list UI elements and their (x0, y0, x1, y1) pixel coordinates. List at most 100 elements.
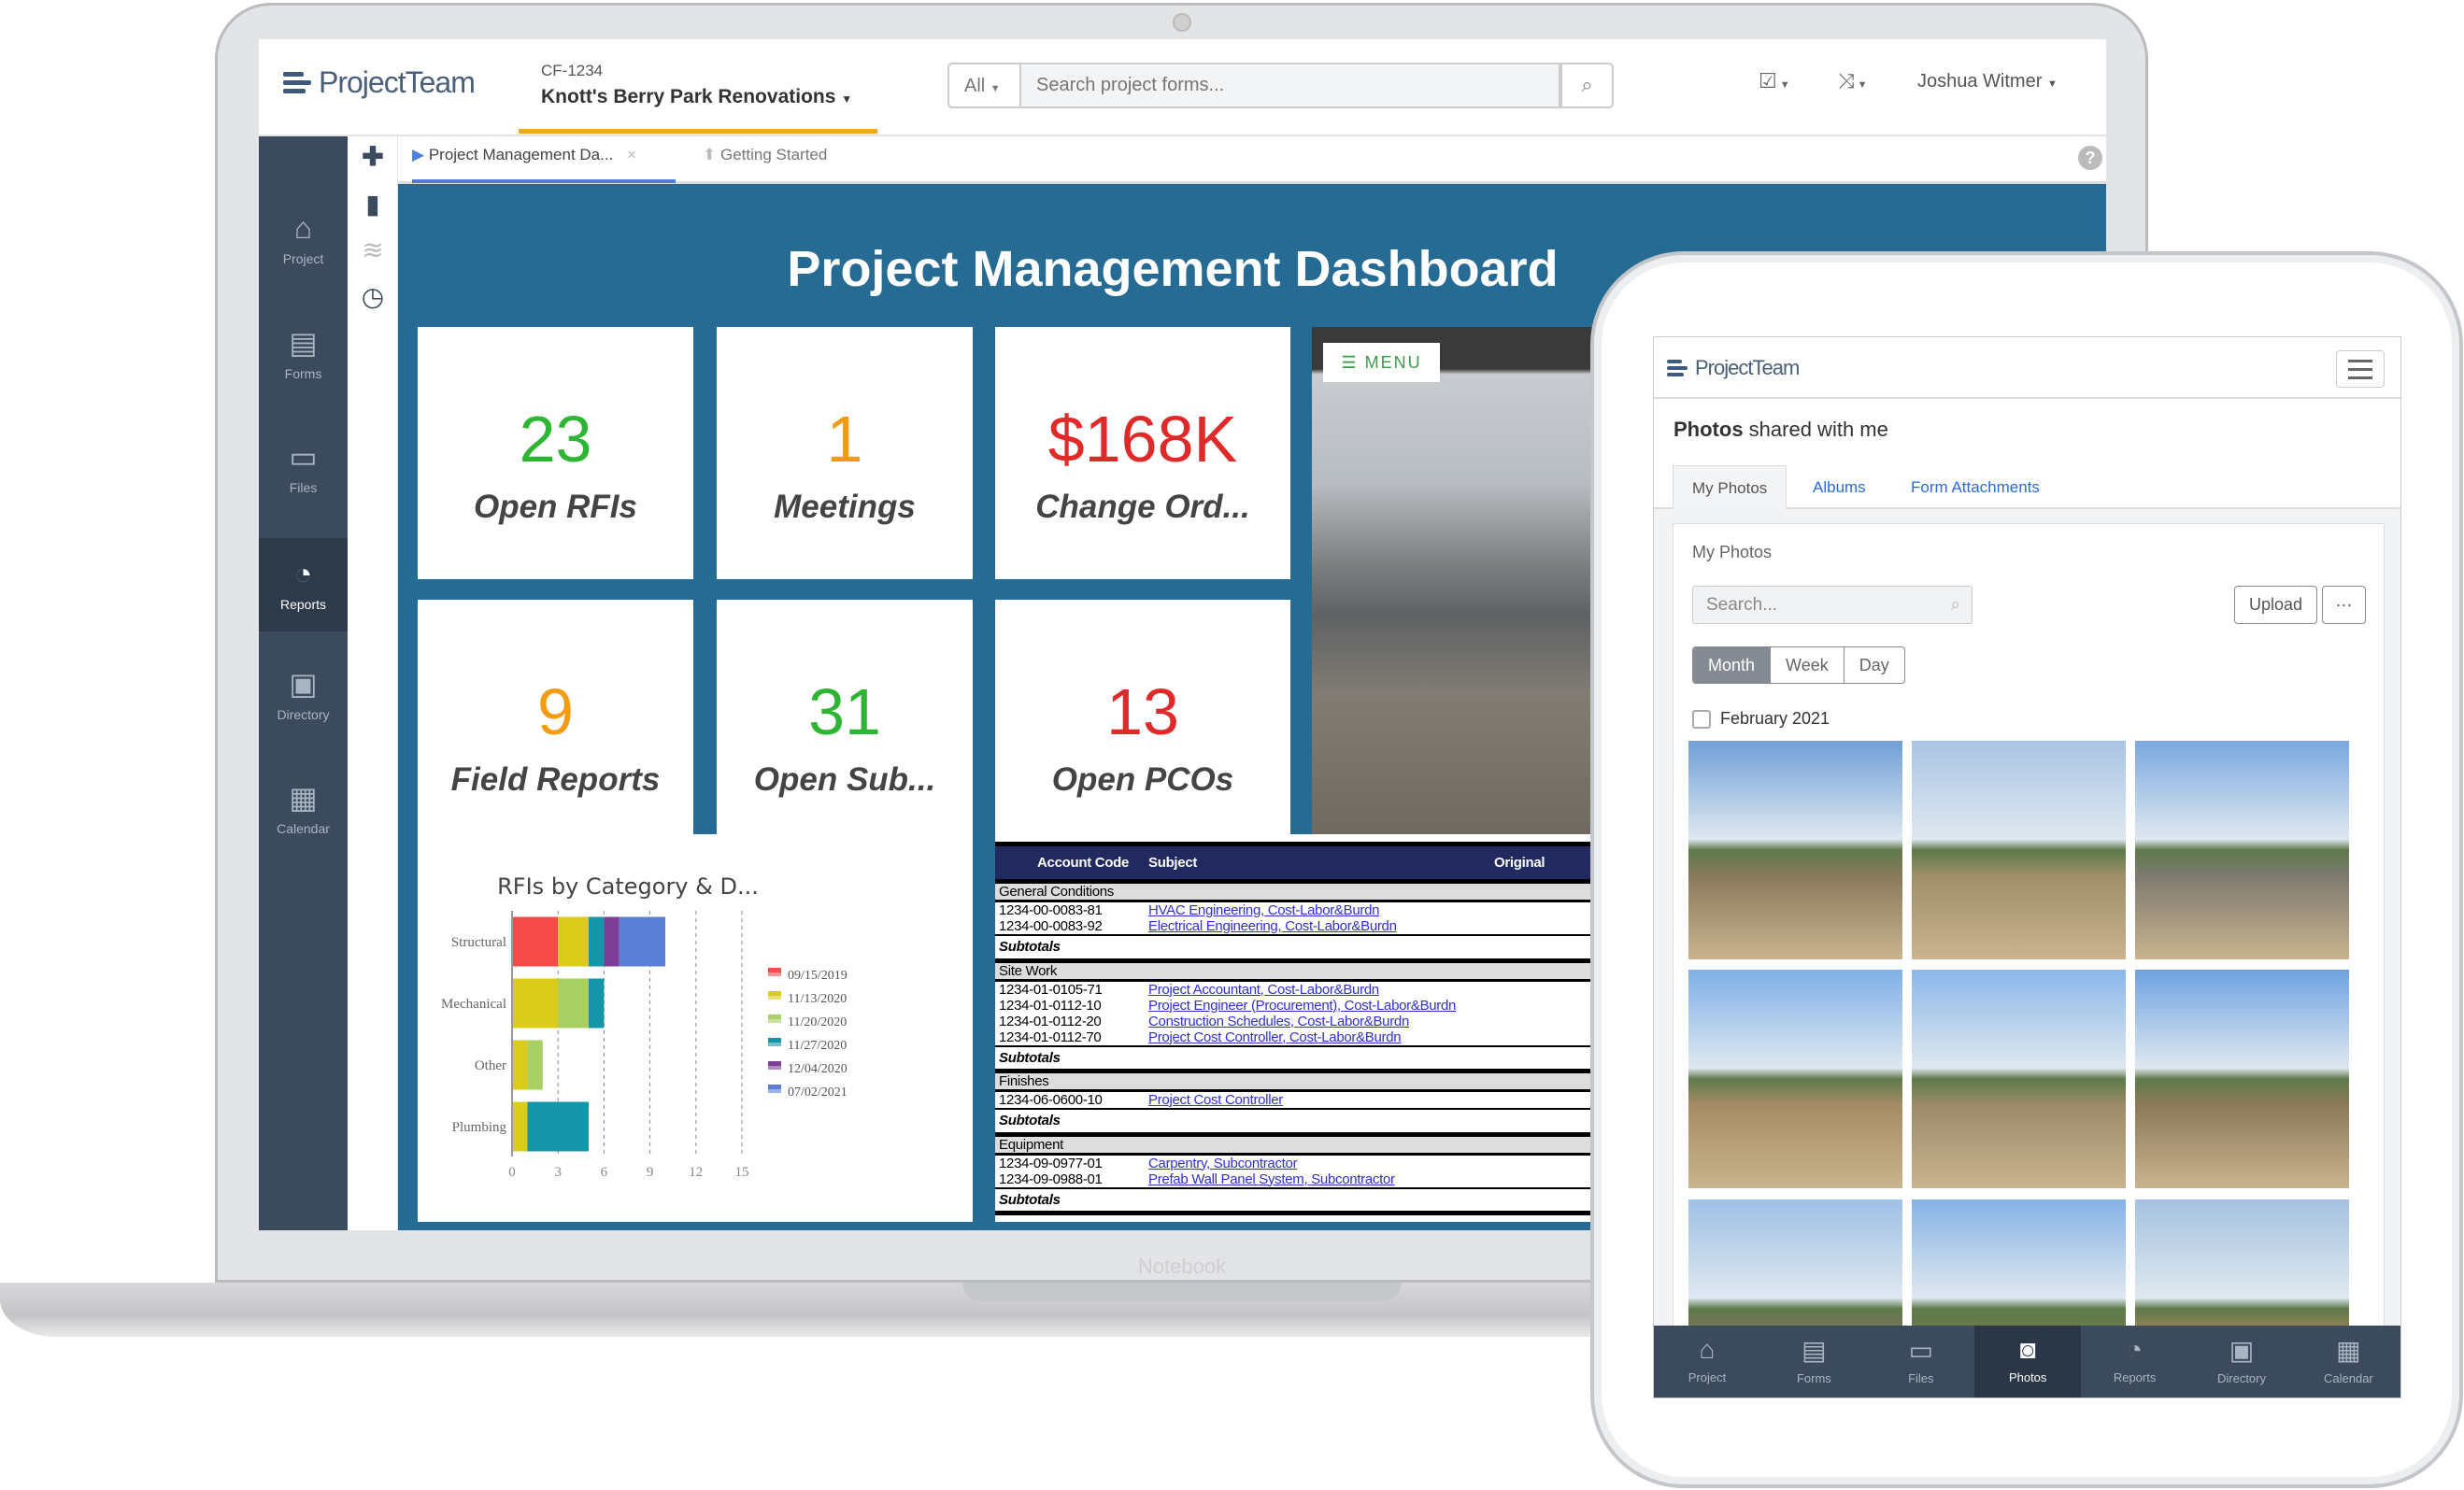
nav-item-project[interactable]: ⌂ Project (1654, 1326, 1760, 1398)
subtotal-label: Subtotals (995, 1044, 1649, 1073)
subject-link[interactable]: Project Accountant, Cost-Labor&Burdn (1148, 982, 1379, 998)
tab-form-attachments[interactable]: Form Attachments (1892, 465, 2058, 509)
subject-link[interactable]: Prefab Wall Panel System, Subcontractor (1148, 1171, 1395, 1187)
tab-label: Getting Started (719, 146, 828, 163)
photo-thumbnail[interactable] (2135, 970, 2349, 1188)
search-scope-dropdown[interactable]: All ▼ (947, 63, 1021, 108)
home-icon: ⌂ (293, 211, 313, 245)
account-code: 1234-00-0083-81 (999, 902, 1103, 918)
chart-title: RFIs by Category & D... (497, 873, 759, 900)
nav-item-photos[interactable]: ◙ Photos (1974, 1326, 2082, 1398)
column-header-account-code[interactable]: Account Code (995, 842, 1145, 884)
tab-getting-started[interactable]: ⬆ Getting Started (703, 146, 827, 164)
photo-thumbnail[interactable] (1688, 970, 1902, 1188)
legend-label: 12/04/2020 (788, 1062, 847, 1076)
kpi-tile[interactable]: 1 Meetings (717, 327, 973, 579)
nav-item-reports[interactable]: ◔ Reports (2082, 1326, 2188, 1398)
search-icon: ⌕ (1581, 73, 1593, 96)
nav-item-directory[interactable]: ▣ Directory (2188, 1326, 2295, 1398)
tasks-menu[interactable]: ☑ ▼ (1759, 69, 1790, 93)
add-icon[interactable]: ✚ (348, 141, 398, 172)
view-month[interactable]: Month (1693, 647, 1772, 683)
group-name: Finishes (995, 1071, 1649, 1092)
bar-structural-09/15/2019 (512, 916, 559, 967)
nav-label: Project (1688, 1370, 1727, 1384)
nav-item-forms[interactable]: ▤ Forms (1760, 1326, 1867, 1398)
subject-link[interactable]: Construction Schedules, Cost-Labor&Burdn (1148, 1014, 1409, 1029)
toolstrip: ✚ ▮ ≋ ◷ (348, 136, 398, 1230)
select-month-checkbox[interactable] (1692, 709, 1711, 729)
sidebar-item-files[interactable]: ▭ Files (259, 420, 348, 514)
close-icon[interactable]: × (627, 146, 636, 163)
page-title: Photos shared with me (1674, 418, 1888, 442)
contact-book-icon: ▣ (2229, 1336, 2255, 1365)
subject-link[interactable]: Electrical Engineering, Cost-Labor&Burdn (1148, 918, 1397, 934)
subject-link[interactable]: Project Engineer (Procurement), Cost-Lab… (1148, 998, 1456, 1014)
active-indicator (519, 129, 877, 134)
new-document-icon[interactable]: ▮ (348, 189, 398, 220)
subtotal-row: Subtotals (995, 934, 1649, 963)
legend-swatch (768, 1015, 781, 1019)
legend-swatch (768, 968, 781, 972)
sidebar-item-reports[interactable]: ◔ Reports (259, 538, 348, 631)
tab-project-management-dashboard[interactable]: ▶ Project Management Da... × (412, 146, 636, 164)
bar-structural-11/27/2020 (589, 916, 605, 967)
nav-item-calendar[interactable]: ▦ Calendar (2295, 1326, 2400, 1398)
account-code: 1234-01-0112-10 (999, 997, 1102, 1014)
folder-icon: ▭ (1908, 1336, 1934, 1365)
sidebar-item-forms[interactable]: ▤ Forms (259, 306, 348, 400)
x-tick-label: 12 (689, 1165, 703, 1180)
sidebar-item-directory[interactable]: ▣ Directory (259, 647, 348, 741)
photo-menu-button[interactable]: ☰ MENU (1323, 343, 1440, 382)
tablet-logo[interactable]: ProjectTeam (1667, 356, 1800, 380)
tab-my-photos[interactable]: My Photos (1673, 465, 1787, 509)
more-options-button[interactable]: ··· (2322, 586, 2366, 624)
tab-albums[interactable]: Albums (1794, 465, 1885, 509)
sidebar-item-label: Calendar (277, 821, 330, 836)
column-header-subject[interactable]: Subject (1145, 842, 1490, 884)
photo-thumbnail[interactable] (1912, 741, 2126, 959)
clock-icon[interactable]: ◷ (348, 281, 398, 312)
upload-button[interactable]: Upload (2234, 586, 2317, 624)
subject-link[interactable]: Project Cost Controller, Cost-Labor&Burd… (1148, 1029, 1402, 1045)
user-menu[interactable]: Joshua Witmer ▼ (1917, 71, 2058, 92)
logo[interactable]: ProjectTeam (283, 65, 476, 100)
account-code: 1234-00-0083-92 (999, 918, 1103, 934)
rfi-chart: RFIs by Category & D... 0 3 6 9 12 15 Structura… (441, 873, 847, 1180)
kpi-label: Open RFIs (473, 489, 638, 525)
switch-menu[interactable]: ⤨ ▼ (1838, 69, 1868, 93)
sidebar-item-project[interactable]: ⌂ Project (259, 192, 348, 286)
user-name: Joshua Witmer (1917, 71, 2043, 92)
hamburger-menu-button[interactable] (2336, 350, 2385, 388)
kpi-label: Change Ord... (1035, 489, 1250, 525)
database-icon[interactable]: ≋ (348, 234, 398, 265)
kpi-tile[interactable]: 9 Field Reports (418, 600, 693, 852)
subject-link[interactable]: Carpentry, Subcontractor (1148, 1156, 1298, 1171)
search-input[interactable] (1021, 63, 1560, 108)
kpi-tile[interactable]: 13 Open PCOs (995, 600, 1290, 852)
photo-thumbnail[interactable] (1688, 741, 1902, 959)
view-week[interactable]: Week (1771, 647, 1844, 683)
kpi-tile[interactable]: 31 Open Sub... (717, 600, 973, 852)
group-name: Equipment (995, 1134, 1649, 1156)
tab-label: Project Management Da... (428, 146, 614, 163)
subject-link[interactable]: HVAC Engineering, Cost-Labor&Burdn (1148, 902, 1379, 918)
kpi-tile[interactable]: $168K Change Ord... (995, 327, 1290, 579)
table-row: 1234-01-0112-10 Project Engineer (Procure… (995, 998, 1649, 1014)
help-icon[interactable]: ? (2078, 146, 2102, 170)
sidebar-item-calendar[interactable]: ▦ Calendar (259, 761, 348, 855)
site-photo-tile[interactable]: ☰ MENU (1312, 327, 1611, 852)
nav-item-files[interactable]: ▭ Files (1868, 1326, 1974, 1398)
photo-thumbnail[interactable] (1912, 970, 2126, 1188)
photo-search-input[interactable]: Search... ⌕ (1692, 586, 1973, 624)
search-button[interactable]: ⌕ (1560, 63, 1614, 108)
view-day[interactable]: Day (1844, 647, 1904, 683)
project-selector[interactable]: Knott's Berry Park Renovations ▼ (541, 86, 852, 108)
kpi-tile[interactable]: 23 Open RFIs (418, 327, 693, 579)
legend-label: 11/13/2020 (788, 992, 847, 1006)
subject-link[interactable]: Project Cost Controller (1148, 1092, 1283, 1108)
legend-label: 09/15/2019 (788, 969, 847, 983)
bar-structural-11/13/2020 (558, 916, 589, 967)
tablet-header: ProjectTeam (1654, 337, 2400, 399)
photo-thumbnail[interactable] (2135, 741, 2349, 959)
